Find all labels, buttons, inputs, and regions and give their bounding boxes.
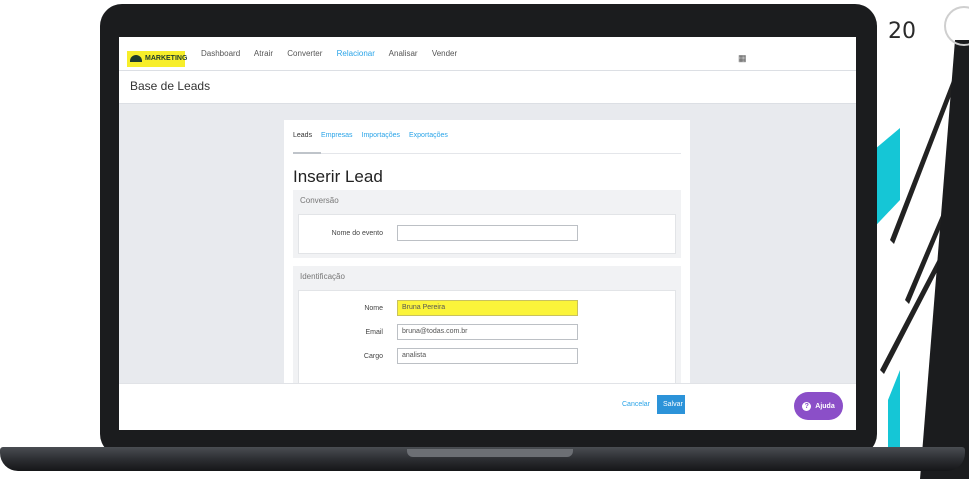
- help-icon: ?: [802, 401, 812, 411]
- main-nav: Dashboard Atrair Converter Relacionar An…: [201, 49, 469, 58]
- tab-divider: [293, 153, 681, 154]
- page-title: Base de Leads: [130, 79, 211, 93]
- laptop-notch: [407, 449, 573, 457]
- form-footer: Cancelar Salvar ? Ajuda: [119, 383, 856, 430]
- tab-empresas[interactable]: Empresas: [321, 132, 353, 139]
- tab-exportacoes[interactable]: Exportações: [409, 132, 448, 139]
- role-label: Cargo: [363, 353, 383, 360]
- nav-relacionar[interactable]: Relacionar: [337, 49, 375, 58]
- help-label: Ajuda: [815, 402, 835, 410]
- identification-section-title: Identificação: [300, 272, 345, 281]
- lead-form-card: Leads Empresas Importações Exportações I…: [284, 120, 690, 420]
- save-button[interactable]: Salvar: [657, 395, 685, 414]
- name-row: Nome Bruna Pereira: [299, 299, 675, 319]
- brand-logo-icon: [130, 55, 142, 62]
- email-label: Email: [365, 329, 383, 336]
- brand-logo[interactable]: MARKETING: [127, 51, 188, 67]
- role-input[interactable]: analista: [397, 348, 578, 364]
- conversion-section-title: Conversão: [300, 196, 339, 205]
- name-input[interactable]: Bruna Pereira: [397, 300, 578, 316]
- help-button[interactable]: ? Ajuda: [794, 392, 843, 420]
- event-row: Nome do evento: [299, 224, 675, 244]
- tabs: Leads Empresas Importações Exportações: [293, 132, 455, 139]
- name-label: Nome: [364, 305, 383, 312]
- cancel-button[interactable]: Cancelar: [622, 401, 650, 408]
- grid-icon[interactable]: ▦: [738, 53, 747, 64]
- nav-converter[interactable]: Converter: [287, 49, 322, 58]
- nav-analisar[interactable]: Analisar: [389, 49, 418, 58]
- nav-atrair[interactable]: Atrair: [254, 49, 273, 58]
- email-row: Email bruna@todas.com.br: [299, 323, 675, 343]
- nav-dashboard[interactable]: Dashboard: [201, 49, 240, 58]
- nav-vender[interactable]: Vender: [432, 49, 457, 58]
- brand-label: MARKETING: [145, 55, 188, 62]
- role-row: Cargo analista: [299, 347, 675, 367]
- app-screen: MARKETING Dashboard Atrair Converter Rel…: [119, 37, 856, 430]
- conversion-section: Conversão Nome do evento: [293, 190, 681, 258]
- tab-importacoes[interactable]: Importações: [362, 132, 401, 139]
- email-input[interactable]: bruna@todas.com.br: [397, 324, 578, 340]
- slide-number: 20: [888, 19, 916, 44]
- event-name-input[interactable]: [397, 225, 578, 241]
- top-navigation: MARKETING Dashboard Atrair Converter Rel…: [119, 37, 856, 71]
- active-tab-indicator: [293, 152, 321, 154]
- form-title: Inserir Lead: [293, 167, 383, 186]
- page-header: Base de Leads: [119, 71, 856, 104]
- tab-leads[interactable]: Leads: [293, 132, 312, 139]
- conversion-section-body: Nome do evento: [298, 214, 676, 254]
- event-label: Nome do evento: [331, 230, 383, 237]
